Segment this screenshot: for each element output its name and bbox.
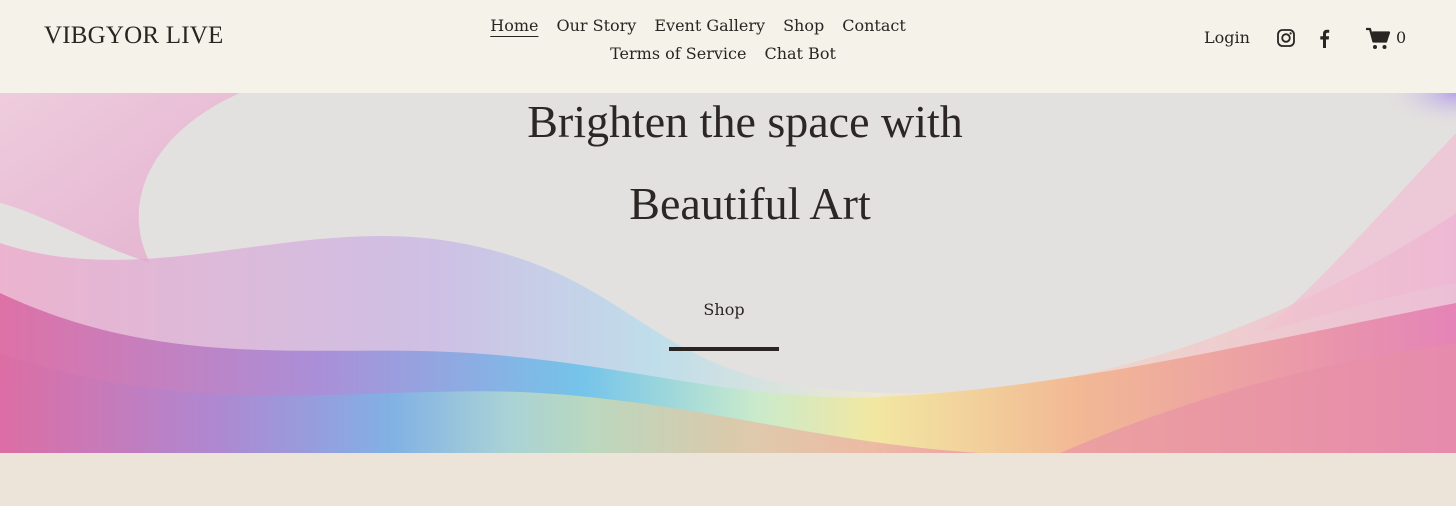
hero-shop-button-underline [669, 347, 779, 351]
site-header: VIBGYOR LIVE Home Our Story Event Galler… [0, 0, 1456, 93]
nav-item-event-gallery[interactable]: Event Gallery [654, 12, 765, 40]
hero-shop-button-label: Shop [703, 300, 745, 319]
cart-count[interactable]: 0 [1396, 28, 1406, 47]
nav-item-terms[interactable]: Terms of Service [610, 40, 746, 68]
nav-item-our-story[interactable]: Our Story [556, 12, 636, 40]
nav-item-contact[interactable]: Contact [842, 12, 906, 40]
hero-banner: Brighten the space with Beautiful Art Sh… [0, 93, 1456, 453]
instagram-icon[interactable] [1277, 29, 1295, 47]
page-content-area [0, 453, 1456, 506]
hero-headline-line1: Brighten the space with [527, 96, 963, 147]
hero-shop-button[interactable]: Shop [669, 289, 779, 351]
nav-item-home[interactable]: Home [490, 12, 538, 40]
cart-icon[interactable] [1365, 27, 1391, 51]
hero-headline-line2: Beautiful Art [629, 178, 871, 229]
facebook-icon[interactable] [1318, 29, 1330, 48]
login-link[interactable]: Login [1204, 28, 1250, 47]
nav-item-chat-bot[interactable]: Chat Bot [764, 40, 835, 68]
nav-item-shop[interactable]: Shop [783, 12, 824, 40]
